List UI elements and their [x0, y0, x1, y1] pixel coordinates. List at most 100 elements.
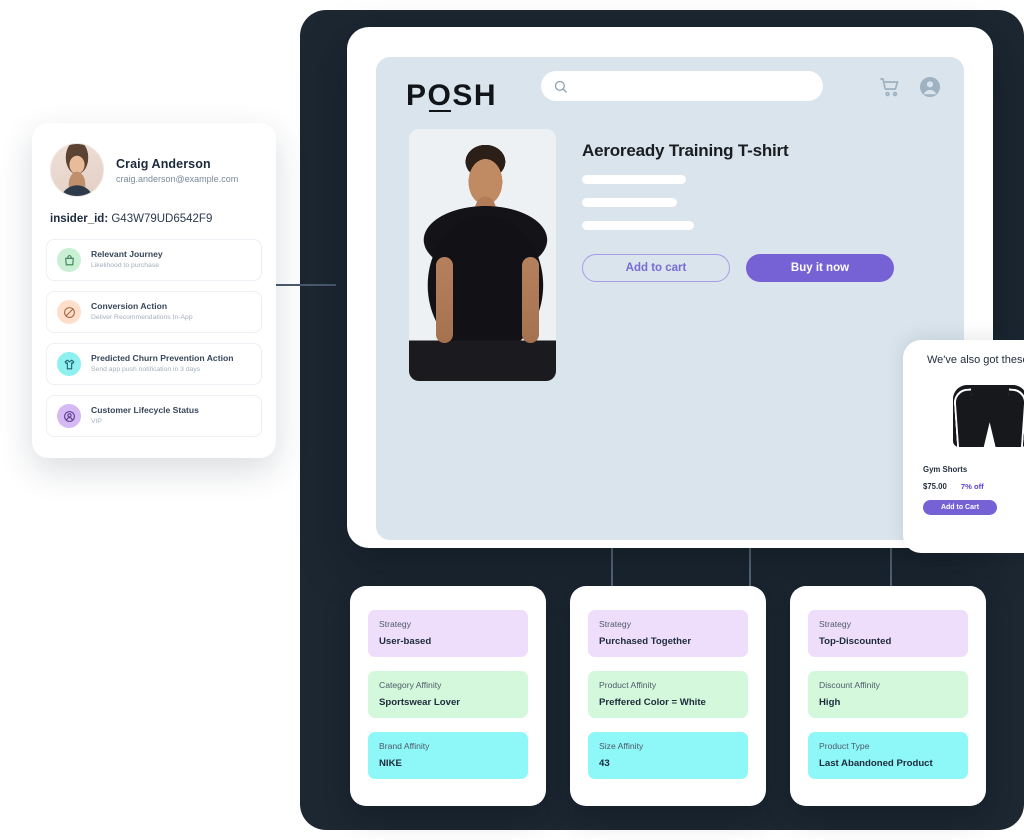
store-browser-window: POSH Aeroready Training T-shirt Add to c…: [347, 27, 1024, 553]
description-placeholder-line: [582, 221, 694, 230]
shopping-cart-icon[interactable]: [878, 75, 902, 99]
recommendation-add-to-cart-button[interactable]: Add to Cart: [923, 500, 997, 515]
field-value: NIKE: [379, 758, 402, 769]
attribute-title: Predicted Churn Prevention Action: [91, 353, 234, 364]
attribute-list: Relevant Journey Likelihood to purchase …: [46, 239, 262, 437]
field-value: Preffered Color = White: [599, 697, 706, 708]
customer-profile-card: Craig Anderson craig.anderson@example.co…: [32, 123, 276, 458]
attribute-row-lifecycle-status[interactable]: Customer Lifecycle Status VIP: [46, 395, 262, 437]
attribute-title: Conversion Action: [91, 301, 168, 312]
attribute-text: Relevant Journey Likelihood to purchase: [91, 249, 163, 270]
strategy-field: Strategy Purchased Together: [588, 610, 748, 657]
field-value: High: [819, 697, 841, 708]
recommendation-discount: 7% off: [960, 482, 984, 491]
strategy-card-user-based: Strategy User-based Category Affinity Sp…: [350, 586, 546, 806]
field-label: Product Type: [819, 741, 870, 751]
search-input[interactable]: [575, 79, 799, 93]
recommendation-price: $75.00: [923, 482, 947, 491]
shorts-stripe: [1004, 388, 1024, 448]
field-value: Last Abandoned Product: [819, 758, 933, 769]
user-circle-icon: [57, 404, 81, 428]
shirt-icon: [57, 352, 81, 376]
recommendations-panel: We've also got these for you Gym Shorts …: [903, 340, 1024, 553]
connector-profile-to-store: [274, 284, 336, 286]
search-icon: [553, 79, 568, 94]
recommendation-item[interactable]: Gym Shorts $75.00 7% off Add to Cart: [923, 376, 1024, 515]
field-label: Product Affinity: [599, 680, 657, 690]
recommendations-heading: We've also got these for you: [927, 354, 1024, 366]
attribute-subtitle: Likelihood to purchase: [91, 262, 160, 270]
buy-it-now-button[interactable]: Buy it now: [746, 254, 894, 282]
strategy-field: Product Affinity Preffered Color = White: [588, 671, 748, 718]
logo-o: O: [427, 79, 453, 112]
field-value: Purchased Together: [599, 636, 692, 647]
attribute-text: Customer Lifecycle Status VIP: [91, 405, 199, 426]
recommendation-price-row: $75.00 7% off: [923, 482, 1024, 491]
account-icon[interactable]: [918, 75, 942, 99]
recommendations-row: Gym Shorts $75.00 7% off Add to Cart: [923, 376, 1024, 515]
strategy-field: Product Type Last Abandoned Product: [808, 732, 968, 779]
field-label: Strategy: [379, 619, 412, 629]
model-arm-right: [522, 257, 539, 343]
product-actions: Add to cart Buy it now: [582, 254, 944, 282]
strategy-field: Brand Affinity NIKE: [368, 732, 528, 779]
description-placeholder-line: [582, 198, 677, 207]
shorts-graphic: [953, 385, 1024, 448]
field-value: Sportswear Lover: [379, 697, 461, 708]
insider-id-value: G43W79UD6542F9: [111, 213, 213, 225]
product-info: Aeroready Training T-shirt Add to cart B…: [582, 141, 944, 282]
attribute-row-conversion-action[interactable]: Conversion Action Deliver Recommendation…: [46, 291, 262, 333]
strategy-field: Discount Affinity High: [808, 671, 968, 718]
model-arm-left: [436, 257, 453, 343]
insider-id-label: insider_id:: [50, 213, 109, 225]
shopping-bag-icon: [57, 248, 81, 272]
strategy-field: Strategy User-based: [368, 610, 528, 657]
strategy-field: Size Affinity 43: [588, 732, 748, 779]
attribute-subtitle: VIP: [91, 418, 102, 426]
field-label: Size Affinity: [599, 741, 644, 751]
field-label: Strategy: [599, 619, 632, 629]
field-value: 43: [599, 758, 610, 769]
field-value: Top-Discounted: [819, 636, 892, 647]
field-label: Category Affinity: [379, 680, 442, 690]
attribute-subtitle: Deliver Recommendations In-App: [91, 314, 193, 322]
logo-p: P: [406, 79, 428, 112]
search-bar[interactable]: [541, 71, 823, 101]
store-header: POSH: [376, 57, 964, 129]
product-image: [409, 129, 556, 381]
recommendation-name: Gym Shorts: [923, 465, 968, 474]
strategy-card-top-discounted: Strategy Top-Discounted Discount Affinit…: [790, 586, 986, 806]
field-label: Brand Affinity: [379, 741, 430, 751]
store-viewport: POSH Aeroready Training T-shirt Add to c…: [376, 57, 964, 540]
attribute-title: Relevant Journey: [91, 249, 163, 260]
gym-shorts-image: [923, 376, 1024, 456]
no-entry-icon: [57, 300, 81, 324]
attribute-title: Customer Lifecycle Status: [91, 405, 199, 416]
field-label: Discount Affinity: [819, 680, 880, 690]
insider-id-row: insider_id: G43W79UD6542F9: [50, 213, 258, 225]
attribute-text: Predicted Churn Prevention Action Send a…: [91, 353, 233, 374]
profile-header: Craig Anderson craig.anderson@example.co…: [32, 123, 276, 197]
attribute-subtitle: Send app push notification in 3 days: [91, 366, 201, 374]
avatar: [50, 143, 104, 197]
header-icon-group: [878, 75, 942, 99]
attribute-row-churn-prevention[interactable]: Predicted Churn Prevention Action Send a…: [46, 343, 262, 385]
strategy-card-purchased-together: Strategy Purchased Together Product Affi…: [570, 586, 766, 806]
strategy-field: Category Affinity Sportswear Lover: [368, 671, 528, 718]
logo-sh: SH: [452, 79, 498, 112]
add-to-cart-button[interactable]: Add to cart: [582, 254, 730, 282]
profile-name: Craig Anderson: [116, 156, 211, 171]
model-photo: [409, 129, 556, 381]
screenshot-root: Craig Anderson craig.anderson@example.co…: [0, 0, 1024, 840]
product-hero: Aeroready Training T-shirt Add to cart B…: [376, 129, 964, 381]
posh-logo: POSH: [406, 79, 497, 113]
product-title: Aeroready Training T-shirt: [582, 141, 789, 160]
field-label: Strategy: [819, 619, 852, 629]
profile-email: craig.anderson@example.com: [116, 173, 239, 184]
profile-meta: Craig Anderson craig.anderson@example.co…: [116, 157, 238, 184]
attribute-text: Conversion Action Deliver Recommendation…: [91, 301, 193, 322]
attribute-row-relevant-journey[interactable]: Relevant Journey Likelihood to purchase: [46, 239, 262, 281]
field-value: User-based: [379, 636, 432, 647]
description-placeholder-line: [582, 175, 686, 184]
strategy-field: Strategy Top-Discounted: [808, 610, 968, 657]
